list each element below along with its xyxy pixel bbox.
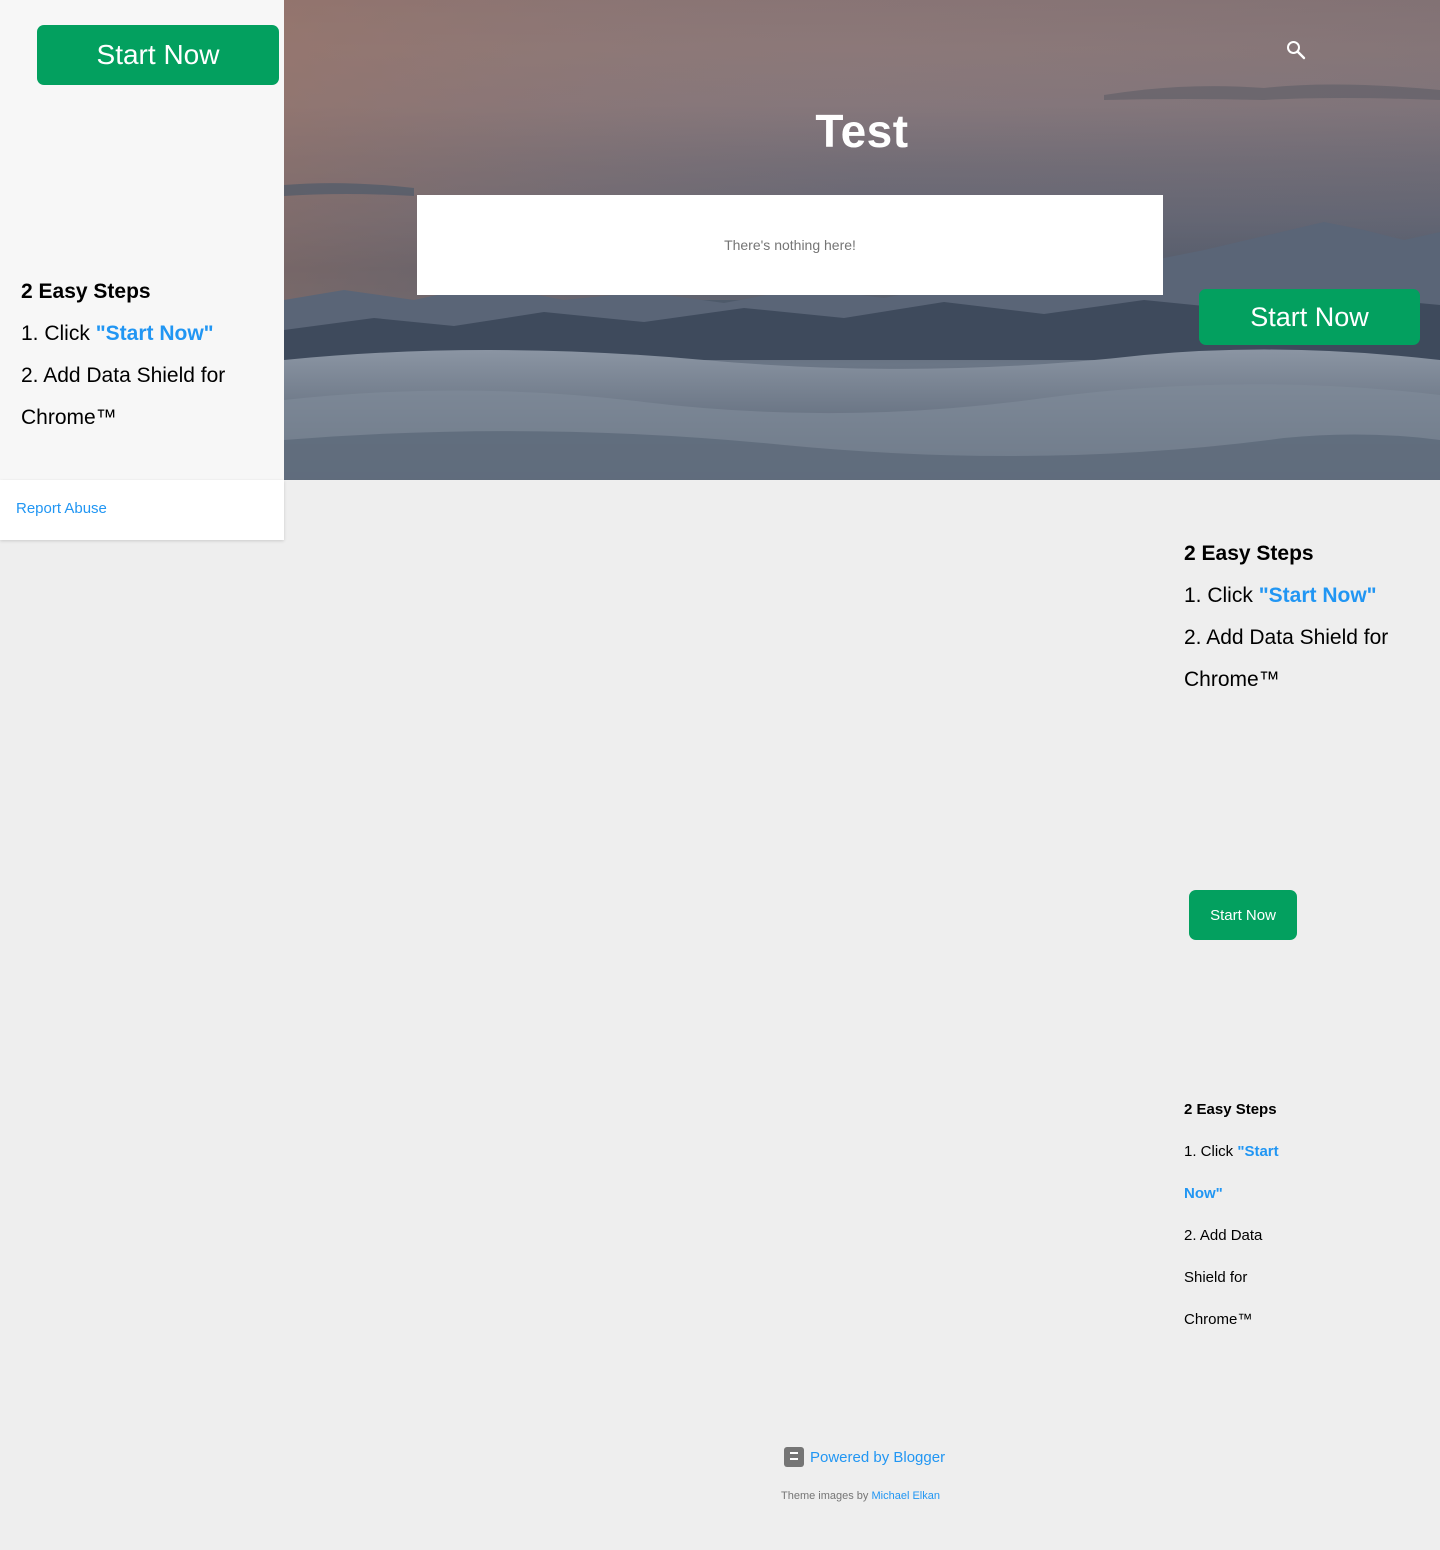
hero-banner: Test There's nothing here! (284, 0, 1440, 480)
step-1: 1. Click "Start Now" (1184, 1143, 1279, 1202)
theme-author-link[interactable]: Michael Elkan (871, 1490, 939, 1502)
start-now-link[interactable]: "Start Now" (1259, 584, 1377, 607)
steps-title: 2 Easy Steps (1184, 542, 1314, 565)
report-abuse-link[interactable]: Report Abuse (16, 500, 107, 517)
start-now-button-top[interactable]: Start Now (37, 25, 279, 85)
report-abuse-bar: Report Abuse (0, 480, 284, 540)
theme-credit: Theme images by Michael Elkan (781, 1490, 940, 1502)
step-2: 2. Add Data Shield for Chrome™ (1184, 626, 1389, 691)
theme-credit-prefix: Theme images by (781, 1490, 872, 1502)
empty-message: There's nothing here! (724, 237, 856, 253)
blogger-icon (784, 1447, 804, 1467)
step-1: 1. Click "Start Now" (1184, 584, 1377, 607)
steps-title: 2 Easy Steps (21, 280, 151, 303)
start-now-button-hero[interactable]: Start Now (1199, 289, 1420, 345)
blog-title[interactable]: Test (284, 104, 1440, 158)
start-now-link[interactable]: "Start Now" (96, 322, 214, 345)
search-icon[interactable] (1284, 38, 1308, 62)
steps-widget-small: 2 Easy Steps 1. Click "Start Now" 2. Add… (1184, 1089, 1294, 1341)
start-now-button-small[interactable]: Start Now (1189, 890, 1297, 940)
powered-by-blogger-link[interactable]: Powered by Blogger (784, 1447, 945, 1467)
empty-posts-card: There's nothing here! (417, 195, 1163, 295)
steps-widget-sidebar: 2 Easy Steps 1. Click "Start Now" 2. Add… (21, 271, 261, 439)
step-1: 1. Click "Start Now" (21, 322, 214, 345)
steps-widget-right: 2 Easy Steps 1. Click "Start Now" 2. Add… (1184, 533, 1424, 701)
step-2: 2. Add Data Shield for Chrome™ (1184, 1227, 1263, 1328)
powered-by-label: Powered by Blogger (810, 1448, 946, 1466)
step-2: 2. Add Data Shield for Chrome™ (21, 364, 226, 429)
steps-title: 2 Easy Steps (1184, 1101, 1277, 1118)
